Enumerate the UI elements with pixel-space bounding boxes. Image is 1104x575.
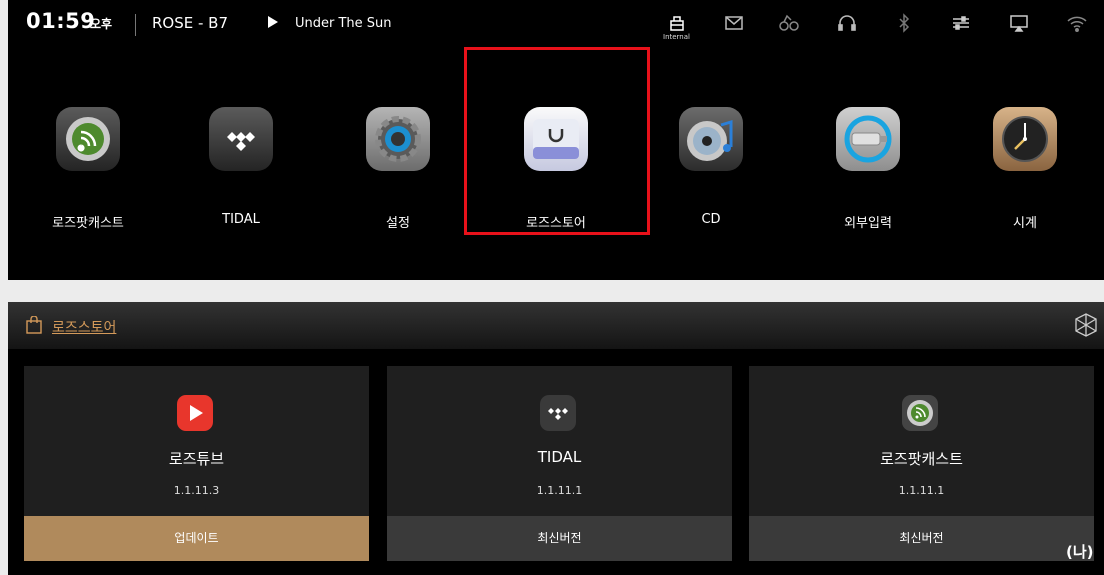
tidal-icon: [539, 394, 577, 432]
internal-storage-icon[interactable]: [666, 12, 688, 34]
clock-time: 01:59: [26, 9, 96, 33]
store-card-rose-podcast[interactable]: 로즈팟캐스트 1.1.11.1 최신버전: [749, 366, 1094, 561]
store-card-rosetube[interactable]: 로즈튜브 1.1.11.3 업데이트: [24, 366, 369, 561]
app-clock[interactable]: 시계: [965, 107, 1085, 237]
app-label: 외부입력: [844, 216, 892, 231]
card-version: 1.1.11.1: [898, 484, 945, 497]
status-divider: [135, 14, 136, 36]
podcast-icon: [901, 394, 939, 432]
app-external-input[interactable]: 외부입력: [808, 107, 928, 237]
rose-store-screen: 로즈스토어 로즈튜브 1.1.11.3 업데이트 TIDAL 1.1.11.1 …: [8, 302, 1104, 575]
card-version: 1.1.11.1: [536, 484, 583, 497]
internal-label: Internal: [663, 33, 690, 41]
shopping-bag-icon: [26, 315, 42, 334]
store-title[interactable]: 로즈스토어: [52, 317, 116, 337]
highlight-box: [464, 47, 650, 235]
app-rose-podcast[interactable]: 로즈팟캐스트: [28, 107, 148, 237]
mail-icon[interactable]: [723, 12, 745, 34]
card-app-name: TIDAL: [537, 448, 582, 466]
podcast-icon: [56, 107, 120, 171]
app-label: 시계: [1013, 216, 1037, 231]
shopping-icon[interactable]: [778, 12, 800, 34]
store-card-tidal[interactable]: TIDAL 1.1.11.1 최신버전: [387, 366, 732, 561]
headphones-icon[interactable]: [836, 12, 858, 34]
home-screen: 01:59 오후 ROSE - B7 Under The Sun Interna…: [8, 0, 1104, 280]
app-tidal[interactable]: TIDAL: [181, 107, 301, 237]
tidal-icon: [209, 107, 273, 171]
store-header: 로즈스토어: [8, 302, 1104, 349]
card-app-name: 로즈튜브: [168, 450, 225, 468]
settings-gear-icon: [366, 107, 430, 171]
clock-icon: [993, 107, 1057, 171]
card-app-name: 로즈팟캐스트: [880, 450, 963, 468]
app-label: 로즈팟캐스트: [52, 216, 124, 231]
update-button[interactable]: 업데이트: [24, 516, 369, 561]
rose-logo-icon[interactable]: [1073, 312, 1099, 338]
bluetooth-icon[interactable]: [893, 12, 915, 34]
equalizer-icon[interactable]: [950, 12, 972, 34]
cd-icon: [679, 107, 743, 171]
app-label: CD: [701, 212, 721, 227]
now-playing-track[interactable]: Under The Sun: [295, 16, 392, 31]
app-label: 설정: [386, 216, 410, 231]
latest-version-button[interactable]: 최신버전: [749, 516, 1094, 561]
latest-version-button[interactable]: 최신버전: [387, 516, 732, 561]
status-bar: 01:59 오후 ROSE - B7 Under The Sun Interna…: [8, 0, 1104, 50]
external-input-icon: [836, 107, 900, 171]
app-label: TIDAL: [222, 212, 260, 227]
rosetube-play-icon: [176, 394, 214, 432]
card-version: 1.1.11.3: [173, 484, 220, 497]
play-icon[interactable]: [268, 16, 278, 28]
app-settings[interactable]: 설정: [338, 107, 458, 237]
clock-ampm: 오후: [90, 17, 113, 31]
app-cd[interactable]: CD: [651, 107, 771, 237]
airplay-icon[interactable]: [1008, 12, 1030, 34]
wifi-icon[interactable]: [1066, 12, 1088, 34]
figure-caption: (나): [1066, 543, 1094, 561]
device-name[interactable]: ROSE - B7: [152, 14, 228, 32]
